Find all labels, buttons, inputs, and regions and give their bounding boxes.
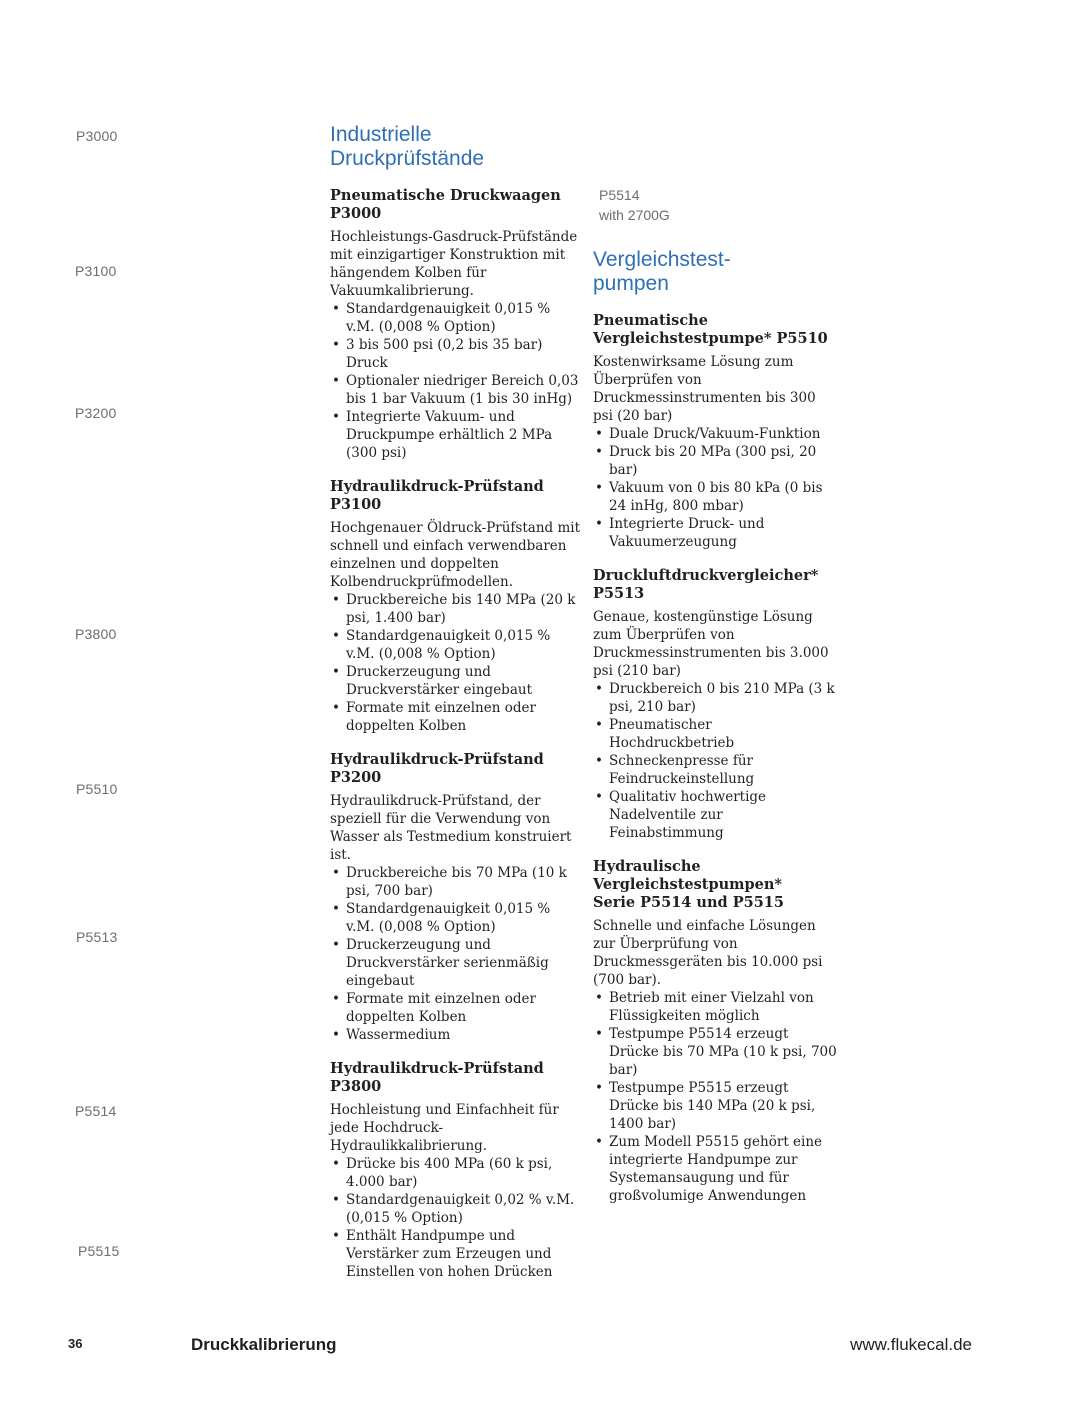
product-heading: Hydraulikdruck-Prüfstand P3800	[330, 1060, 544, 1095]
product-description: Kostenwirksame Lösung zum Überprüfen von…	[593, 354, 816, 424]
section-title: Industrielle Druckprüfstände	[330, 123, 485, 170]
feature-item: Druck bis 20 MPa (300 psi, 20 bar)	[593, 443, 838, 479]
feature-item: Integrierte Vakuum- und Druckpumpe erhäl…	[330, 408, 582, 462]
feature-item: Duale Druck/Vakuum-Funktion	[593, 425, 838, 443]
feature-item: Enthält Handpumpe und Verstärker zum Erz…	[330, 1227, 582, 1281]
feature-list: Druckbereiche bis 140 MPa (20 k psi, 1.4…	[330, 591, 582, 735]
feature-item: Betrieb mit einer Vielzahl von Flüssigke…	[593, 989, 838, 1025]
section-title: Vergleichstest- pumpen	[593, 248, 731, 295]
feature-item: Optionaler niedriger Bereich 0,03 bis 1 …	[330, 372, 582, 408]
product-description: Hydraulikdruck-Prüfstand, der speziell f…	[330, 793, 572, 863]
feature-list: Duale Druck/Vakuum-Funktion Druck bis 20…	[593, 425, 838, 551]
product-description: Hochleistungs-Gasdruck-Prüfstände mit ei…	[330, 229, 578, 299]
feature-item: Standardgenauigkeit 0,015 % v.M. (0,008 …	[330, 300, 582, 336]
feature-item: 3 bis 500 psi (0,2 bis 35 bar) Druck	[330, 336, 582, 372]
product-description: Hochleistung und Einfachheit für jede Ho…	[330, 1102, 559, 1154]
feature-item: Standardgenauigkeit 0,015 % v.M. (0,008 …	[330, 627, 582, 663]
product-heading: Hydraulikdruck-Prüfstand P3100	[330, 478, 544, 513]
feature-item: Schneckenpresse für Feindruckeinstellung	[593, 752, 838, 788]
product-description: Hochgenauer Öldruck-Prüfstand mit schnel…	[330, 520, 581, 590]
feature-item: Integrierte Druck- und Vakuumerzeugung	[593, 515, 838, 551]
section-comparison-test-pumps: Vergleichstest- pumpen Pneumatische Vergl…	[593, 248, 838, 1221]
feature-list: Betrieb mit einer Vielzahl von Flüssigke…	[593, 989, 838, 1205]
product-description: Schnelle und einfache Lösungen zur Überp…	[593, 918, 823, 988]
caption-p3100: P3100	[75, 263, 117, 279]
footer-url[interactable]: www.flukecal.de	[850, 1335, 972, 1355]
page-number: 36	[68, 1336, 83, 1351]
product-p5510: Pneumatische Vergleichstestpumpe* P5510 K…	[593, 312, 838, 551]
feature-item: Standardgenauigkeit 0,02 % v.M. (0,015 %…	[330, 1191, 582, 1227]
feature-item: Testpumpe P5514 erzeugt Drücke bis 70 MP…	[593, 1025, 838, 1079]
feature-item: Drücke bis 400 MPa (60 k psi, 4.000 bar)	[330, 1155, 582, 1191]
caption-p5510: P5510	[76, 781, 118, 797]
feature-item: Druckbereiche bis 70 MPa (10 k psi, 700 …	[330, 864, 582, 900]
feature-list: Drücke bis 400 MPa (60 k psi, 4.000 bar)…	[330, 1155, 582, 1281]
footer-title: Druckkalibrierung	[191, 1335, 337, 1354]
product-heading: Hydraulische Vergleichstestpumpen* Serie …	[593, 858, 784, 911]
feature-item: Zum Modell P5515 gehört eine integrierte…	[593, 1133, 838, 1205]
caption-line-2: with 2700G	[599, 207, 670, 223]
product-heading: Pneumatische Vergleichstestpumpe* P5510	[593, 312, 828, 347]
product-heading: Druckluftdruckvergleicher* P5513	[593, 567, 819, 602]
caption-p3200: P3200	[75, 405, 117, 421]
feature-item: Druckerzeugung und Druckverstärker serie…	[330, 936, 582, 990]
product-heading: Hydraulikdruck-Prüfstand P3200	[330, 751, 544, 786]
feature-item: Druckbereich 0 bis 210 MPa (3 k psi, 210…	[593, 680, 838, 716]
feature-item: Formate mit einzelnen oder doppelten Kol…	[330, 699, 582, 735]
product-p3000: Pneumatische Druckwaagen P3000 Hochleistu…	[330, 187, 582, 462]
product-p5514-p5515: Hydraulische Vergleichstestpumpen* Serie …	[593, 858, 838, 1205]
feature-item: Vakuum von 0 bis 80 kPa (0 bis 24 inHg, …	[593, 479, 838, 515]
product-p3200: Hydraulikdruck-Prüfstand P3200 Hydraulikd…	[330, 751, 582, 1044]
feature-list: Druckbereiche bis 70 MPa (10 k psi, 700 …	[330, 864, 582, 1044]
feature-list: Standardgenauigkeit 0,015 % v.M. (0,008 …	[330, 300, 582, 462]
feature-item: Pneumatischer Hochdruckbetrieb	[593, 716, 838, 752]
feature-item: Druckbereiche bis 140 MPa (20 k psi, 1.4…	[330, 591, 582, 627]
feature-item: Druckerzeugung und Druckverstärker einge…	[330, 663, 582, 699]
product-description: Genaue, kostengünstige Lösung zum Überpr…	[593, 609, 829, 679]
feature-item: Wassermedium	[330, 1026, 582, 1044]
product-heading: Pneumatische Druckwaagen P3000	[330, 187, 561, 222]
feature-item: Standardgenauigkeit 0,015 % v.M. (0,008 …	[330, 900, 582, 936]
caption-p3800: P3800	[75, 626, 117, 642]
product-p3100: Hydraulikdruck-Prüfstand P3100 Hochgenaue…	[330, 478, 582, 735]
caption-line-1: P5514	[599, 187, 640, 203]
section-industrial-test-benches: Industrielle Druckprüfstände Pneumatisch…	[330, 123, 582, 1297]
product-p3800: Hydraulikdruck-Prüfstand P3800 Hochleistu…	[330, 1060, 582, 1281]
caption-p5513: P5513	[76, 929, 118, 945]
product-p5513: Druckluftdruckvergleicher* P5513 Genaue, …	[593, 567, 838, 842]
feature-list: Druckbereich 0 bis 210 MPa (3 k psi, 210…	[593, 680, 838, 842]
caption-p5514: P5514	[75, 1103, 117, 1119]
feature-item: Formate mit einzelnen oder doppelten Kol…	[330, 990, 582, 1026]
feature-item: Qualitativ hochwertige Nadelventile zur …	[593, 788, 838, 842]
caption-p5515: P5515	[78, 1243, 120, 1259]
caption-p5514-2700g: P5514 with 2700G	[599, 185, 670, 225]
caption-p3000: P3000	[76, 128, 118, 144]
feature-item: Testpumpe P5515 erzeugt Drücke bis 140 M…	[593, 1079, 838, 1133]
